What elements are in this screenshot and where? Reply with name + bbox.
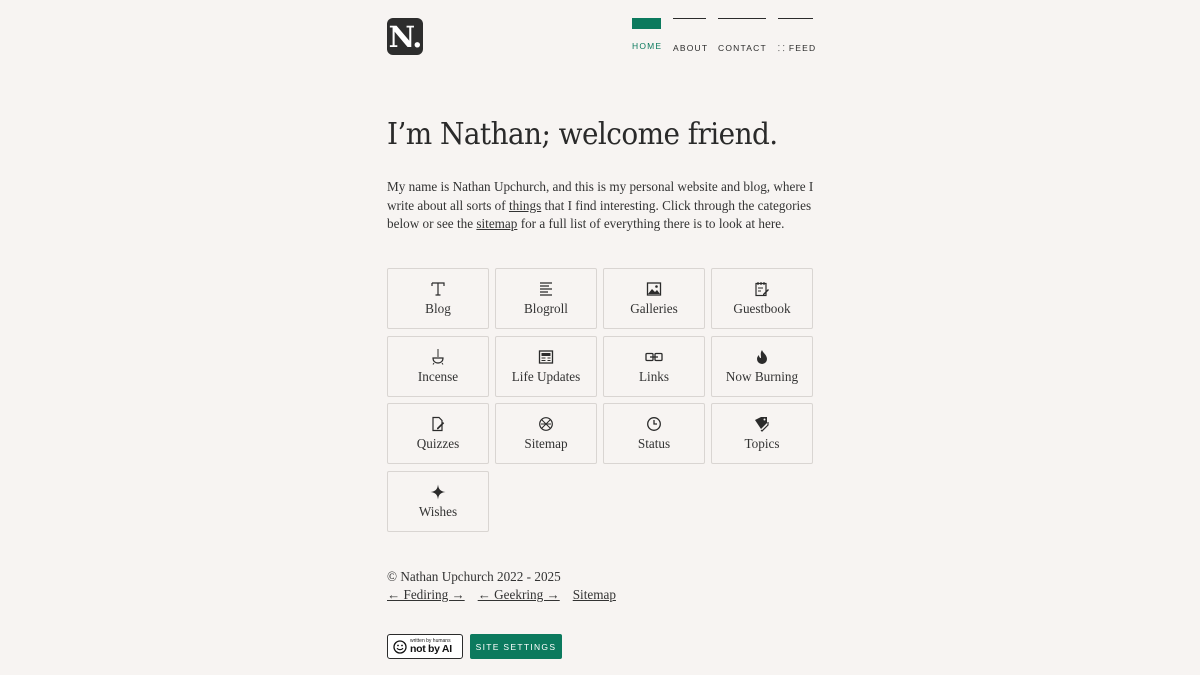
- flame-icon: [753, 348, 771, 366]
- globe-x-icon: [537, 415, 555, 433]
- category-label: Quizzes: [416, 436, 460, 451]
- category-sitemap[interactable]: Sitemap: [495, 403, 597, 464]
- intro-text-3: for a full list of everything there is t…: [517, 216, 785, 231]
- category-label: Topics: [744, 436, 780, 451]
- nav-feed-label: FEED: [788, 43, 817, 53]
- site-logo[interactable]: N.: [387, 18, 423, 55]
- category-blog[interactable]: Blog: [387, 268, 489, 329]
- sparkle-icon: [429, 483, 447, 501]
- category-guestbook[interactable]: Guestbook: [711, 268, 813, 329]
- category-label: Life Updates: [511, 368, 581, 384]
- nav-home[interactable]: HOME: [632, 18, 661, 54]
- chain-link-icon: [645, 348, 663, 366]
- newspaper-icon: [537, 348, 555, 366]
- smiley-icon: [393, 639, 407, 654]
- nav-feed-label-wrap: ⸬ FEED: [778, 19, 817, 54]
- main-nav: HOME ABOUT CONTACT ⸬ FEED: [632, 18, 817, 54]
- category-wishes[interactable]: Wishes: [387, 470, 489, 532]
- nav-contact-label: CONTACT: [718, 43, 767, 53]
- category-status[interactable]: Status: [603, 403, 705, 464]
- page-title: I’m Nathan; welcome friend.: [387, 117, 778, 152]
- things-link[interactable]: things: [509, 198, 541, 213]
- category-label: Guestbook: [733, 301, 791, 316]
- site-footer: © Nathan Upchurch 2022 - 2025 ← Fediring…: [387, 568, 616, 604]
- intro-paragraph: My name is Nathan Upchurch, and this is …: [387, 178, 815, 234]
- fediring-link[interactable]: ← Fediring →: [387, 586, 465, 604]
- tags-icon: [753, 415, 771, 433]
- badge-big-text: not by AI: [410, 642, 452, 655]
- sitemap-inline-link[interactable]: sitemap: [476, 216, 517, 231]
- category-quizzes[interactable]: Quizzes: [387, 403, 489, 464]
- list-lines-icon: [537, 280, 555, 298]
- geekring-link[interactable]: ← Geekring →: [478, 586, 560, 604]
- image-icon: [645, 280, 663, 298]
- category-label: Blogroll: [524, 301, 568, 316]
- category-label: Blog: [425, 301, 451, 316]
- category-incense[interactable]: Incense: [387, 335, 489, 397]
- nav-contact[interactable]: CONTACT: [718, 18, 766, 54]
- category-label: Status: [637, 436, 671, 451]
- category-topics[interactable]: Topics: [711, 403, 813, 464]
- nav-about-label: ABOUT: [673, 43, 709, 53]
- category-life-updates[interactable]: Life Updates: [495, 335, 597, 397]
- category-label: Links: [638, 368, 670, 384]
- not-by-ai-badge[interactable]: written by humans not by AI: [387, 634, 463, 659]
- notepad-pencil-icon: [753, 280, 771, 298]
- category-label: Incense: [417, 368, 459, 384]
- category-blogroll[interactable]: Blogroll: [495, 268, 597, 329]
- document-pencil-icon: [429, 415, 447, 433]
- text-t-icon: [429, 280, 447, 298]
- clock-icon: [645, 415, 663, 433]
- category-grid: Blog Blogroll Galleries Guestbook Incens…: [387, 268, 813, 532]
- category-links[interactable]: Links: [603, 335, 705, 397]
- nav-home-indicator: [632, 18, 661, 29]
- nav-feed[interactable]: ⸬ FEED: [778, 18, 817, 54]
- footer-badges: written by humans not by AI SITE SETTING…: [387, 634, 562, 659]
- category-label: Sitemap: [524, 436, 568, 451]
- category-label: Wishes: [418, 503, 458, 519]
- rss-icon: ⸬: [778, 44, 786, 53]
- category-galleries[interactable]: Galleries: [603, 268, 705, 329]
- nav-home-label: HOME: [632, 41, 663, 51]
- copyright-text: © Nathan Upchurch 2022 - 2025: [387, 569, 561, 584]
- incense-burner-icon: [429, 348, 447, 366]
- footer-sitemap-link[interactable]: Sitemap: [573, 586, 616, 604]
- nav-about[interactable]: ABOUT: [673, 18, 709, 54]
- badge-text: written by humans not by AI: [410, 638, 452, 655]
- site-settings-button[interactable]: SITE SETTINGS: [470, 634, 562, 659]
- category-label: Galleries: [630, 301, 678, 316]
- footer-links: ← Fediring → ← Geekring → Sitemap: [387, 586, 616, 604]
- category-label: Now Burning: [725, 368, 799, 384]
- category-now-burning[interactable]: Now Burning: [711, 335, 813, 397]
